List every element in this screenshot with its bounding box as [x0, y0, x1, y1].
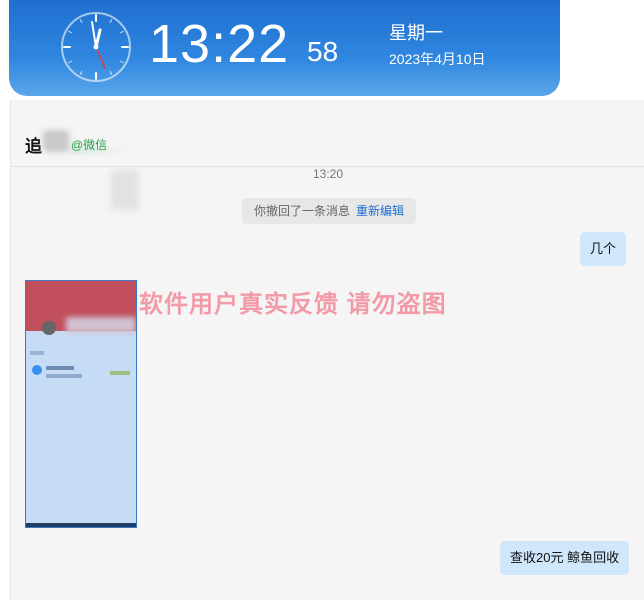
image-app-icon	[32, 365, 42, 375]
image-message[interactable]	[25, 280, 137, 528]
chat-header: 追 @微信	[11, 100, 644, 167]
name-redaction	[43, 130, 69, 152]
chat-panel: 追 @微信 13:20 你撤回了一条消息 重新编辑 几个 软件用户真实反馈 请勿盗…	[10, 100, 644, 600]
watermark-text: 软件用户真实反馈 请勿盗图	[139, 291, 447, 318]
recall-notice: 你撤回了一条消息 重新编辑	[242, 198, 416, 224]
image-message-body	[26, 331, 136, 527]
image-text-line	[30, 351, 44, 355]
message-timestamp: 13:20	[312, 167, 344, 181]
clock-time: 13:22	[149, 14, 290, 74]
message-bubble-sent[interactable]: 查收20元 鲸鱼回收	[500, 541, 630, 575]
clock-seconds: 58	[307, 36, 339, 67]
image-text-line	[46, 374, 82, 378]
analog-clock-icon	[61, 12, 131, 82]
image-avatar	[42, 321, 56, 335]
clock-date: 2023年4月10日	[389, 51, 486, 67]
recall-text: 你撤回了一条消息	[253, 204, 350, 218]
clock-banner: 13:22 58 星期一 2023年4月10日	[9, 0, 560, 96]
wechat-tag-fade	[71, 146, 131, 154]
image-side-redaction	[111, 170, 139, 210]
contact-name[interactable]: 追	[25, 132, 42, 157]
re-edit-link[interactable]: 重新编辑	[356, 204, 404, 218]
image-bottom-bar	[26, 523, 136, 527]
image-redaction	[66, 317, 136, 333]
image-text-line	[110, 371, 130, 375]
clock-weekday: 星期一	[389, 23, 443, 43]
image-text-line	[46, 366, 74, 370]
message-bubble-sent[interactable]: 几个	[580, 232, 627, 266]
